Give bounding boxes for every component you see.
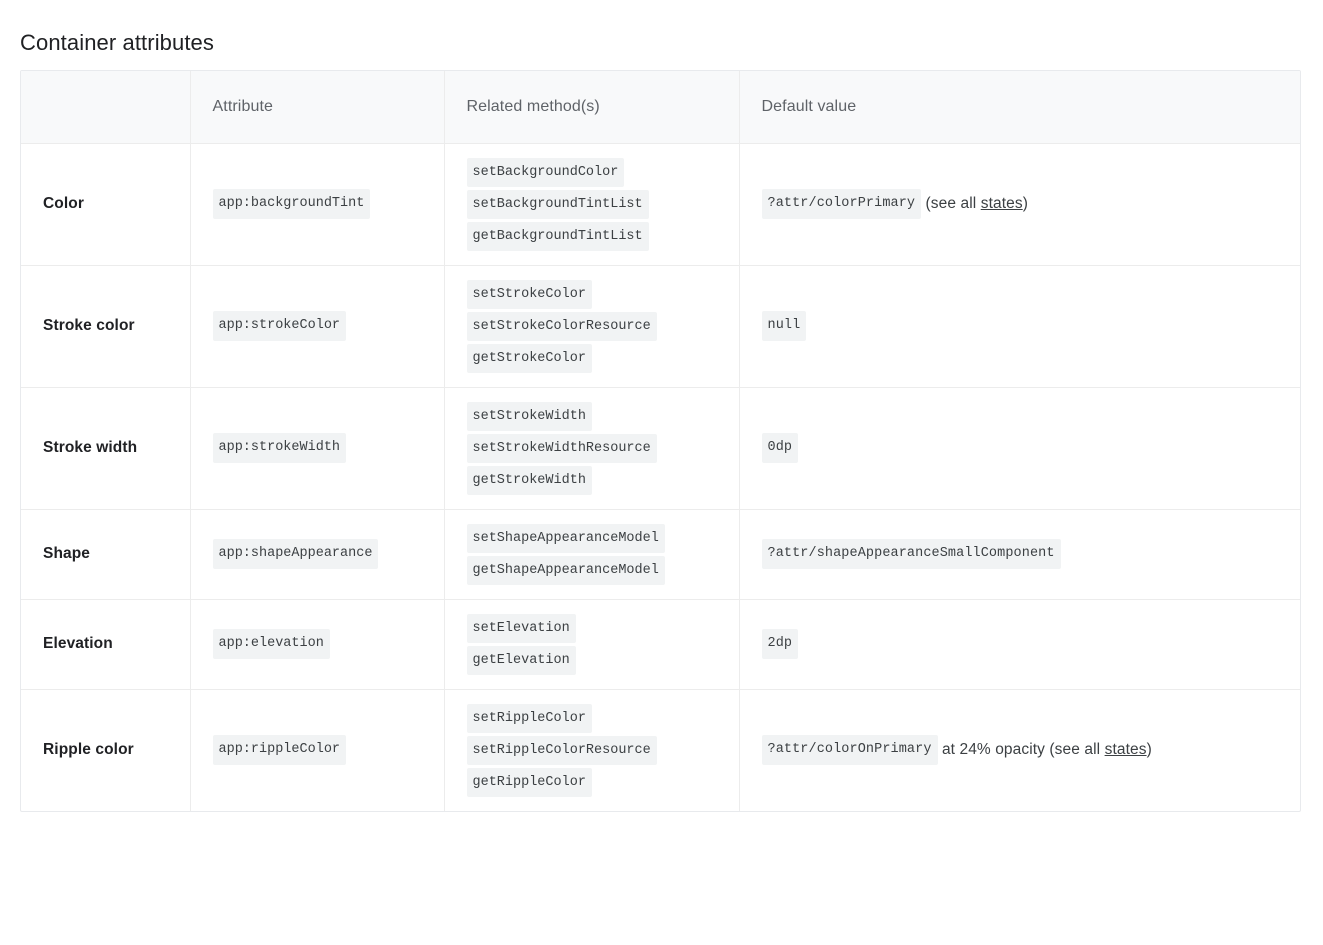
default-value-code-chip: null xyxy=(761,310,807,341)
method-code-chip: setRippleColorResource xyxy=(466,735,657,765)
methods-list: setRippleColor setRippleColorResource getR… xyxy=(466,703,717,797)
default-value-cell: null xyxy=(739,265,1300,388)
table-row: Stroke color app:strokeColor setStrokeColo… xyxy=(21,265,1300,388)
related-methods-cell: setElevation getElevation xyxy=(444,599,740,690)
attribute-cell: app:backgroundTint xyxy=(190,143,445,266)
states-link[interactable]: states xyxy=(1105,741,1147,758)
attribute-cell: app:strokeColor xyxy=(190,265,445,388)
table-body: Color app:backgroundTint setBackgroundColo… xyxy=(21,143,1300,811)
method-code-chip: setRippleColor xyxy=(466,703,592,733)
row-label: Stroke color xyxy=(21,265,191,388)
attribute-code-chip: app:rippleColor xyxy=(212,735,347,765)
row-label: Stroke width xyxy=(21,387,191,510)
method-code-chip: getShapeAppearanceModel xyxy=(466,555,665,585)
table-header: Attribute Related method(s) Default valu… xyxy=(21,71,1300,144)
related-methods-cell: setShapeAppearanceModel getShapeAppearanc… xyxy=(444,509,740,600)
default-value-code-chip: 0dp xyxy=(761,432,799,463)
method-code-chip: setStrokeWidthResource xyxy=(466,433,657,463)
method-code-chip: setStrokeColorResource xyxy=(466,311,657,341)
attribute-code-chip: app:strokeWidth xyxy=(212,433,347,463)
related-methods-cell: setStrokeColor setStrokeColorResource getS… xyxy=(444,265,740,388)
row-label: Color xyxy=(21,143,191,266)
table-row: Stroke width app:strokeWidth setStrokeWidt… xyxy=(21,387,1300,510)
method-code-chip: setStrokeWidth xyxy=(466,401,592,431)
attribute-cell: app:rippleColor xyxy=(190,689,445,811)
row-label: Shape xyxy=(21,509,191,600)
default-value-code-chip: 2dp xyxy=(761,628,799,659)
method-code-chip: setShapeAppearanceModel xyxy=(466,523,665,553)
attribute-code-chip: app:elevation xyxy=(212,629,330,659)
column-header-blank xyxy=(21,71,191,144)
table-row: Elevation app:elevation setElevation getEle… xyxy=(21,599,1300,690)
page-root: Container attributes Attribute Related m… xyxy=(0,0,1323,945)
methods-list: setBackgroundColor setBackgroundTintList g… xyxy=(466,157,717,251)
states-link[interactable]: states xyxy=(981,195,1023,212)
default-value-code-chip: ?attr/colorPrimary xyxy=(761,188,922,219)
table-row: Color app:backgroundTint setBackgroundColo… xyxy=(21,143,1300,266)
default-value-cell: 2dp xyxy=(739,599,1300,690)
method-code-chip: setBackgroundColor xyxy=(466,157,625,187)
methods-list: setShapeAppearanceModel getShapeAppearanc… xyxy=(466,523,717,585)
method-code-chip: getBackgroundTintList xyxy=(466,221,649,251)
method-code-chip: getElevation xyxy=(466,645,576,675)
row-label: Ripple color xyxy=(21,689,191,811)
attribute-cell: app:strokeWidth xyxy=(190,387,445,510)
default-value-cell: 0dp xyxy=(739,387,1300,510)
default-value-code-chip: ?attr/shapeAppearanceSmallComponent xyxy=(761,538,1061,569)
table-row: Shape app:shapeAppearance setShapeAppearan… xyxy=(21,509,1300,600)
method-code-chip: getStrokeColor xyxy=(466,343,592,373)
table-row: Ripple color app:rippleColor setRippleColo… xyxy=(21,689,1300,811)
method-code-chip: setStrokeColor xyxy=(466,279,592,309)
default-value-note-suffix: ) xyxy=(1022,194,1028,212)
method-code-chip: setElevation xyxy=(466,613,576,643)
attribute-code-chip: app:strokeColor xyxy=(212,311,347,341)
column-header-default-value: Default value xyxy=(739,71,1300,144)
page-title: Container attributes xyxy=(20,29,214,55)
related-methods-cell: setStrokeWidth setStrokeWidthResource getS… xyxy=(444,387,740,510)
column-header-related-methods: Related method(s) xyxy=(444,71,740,144)
related-methods-cell: setRippleColor setRippleColorResource getR… xyxy=(444,689,740,811)
default-value-note: at 24% opacity (see all xyxy=(937,740,1105,758)
table-header-row: Attribute Related method(s) Default valu… xyxy=(21,71,1300,144)
default-value-code-chip: ?attr/colorOnPrimary xyxy=(761,734,938,765)
default-value-note: (see all xyxy=(921,194,981,212)
default-value-note-suffix: ) xyxy=(1146,740,1152,758)
methods-list: setElevation getElevation xyxy=(466,613,717,675)
methods-list: setStrokeColor setStrokeColorResource getS… xyxy=(466,279,717,373)
method-code-chip: setBackgroundTintList xyxy=(466,189,649,219)
method-code-chip: getStrokeWidth xyxy=(466,465,592,495)
attribute-code-chip: app:shapeAppearance xyxy=(212,539,379,569)
default-value-cell: ?attr/shapeAppearanceSmallComponent xyxy=(739,509,1300,600)
default-value-cell: ?attr/colorOnPrimary at 24% opacity (see… xyxy=(739,689,1300,811)
methods-list: setStrokeWidth setStrokeWidthResource getS… xyxy=(466,401,717,495)
attribute-cell: app:elevation xyxy=(190,599,445,690)
container-attributes-table-wrapper: Attribute Related method(s) Default valu… xyxy=(20,70,1301,812)
method-code-chip: getRippleColor xyxy=(466,767,592,797)
attribute-code-chip: app:backgroundTint xyxy=(212,189,371,219)
default-value-cell: ?attr/colorPrimary (see all states) xyxy=(739,143,1300,266)
column-header-attribute: Attribute xyxy=(190,71,445,144)
row-label: Elevation xyxy=(21,599,191,690)
related-methods-cell: setBackgroundColor setBackgroundTintList g… xyxy=(444,143,740,266)
container-attributes-table: Attribute Related method(s) Default valu… xyxy=(21,71,1300,811)
attribute-cell: app:shapeAppearance xyxy=(190,509,445,600)
